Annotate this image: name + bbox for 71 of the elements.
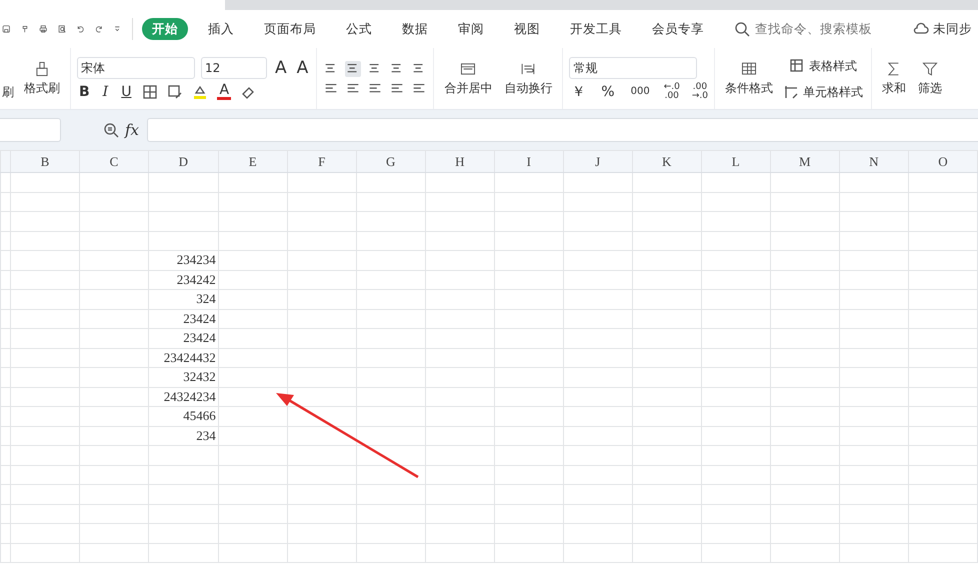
search-icon[interactable] [734, 21, 750, 37]
filter-button[interactable]: 筛选 [914, 60, 946, 96]
cell-style-button[interactable]: 单元格样式 [780, 82, 865, 100]
ribbon-tab[interactable]: 会员专享 [642, 18, 714, 40]
column-header[interactable]: J [563, 150, 632, 172]
format-painter-button[interactable]: 格式刷 [20, 60, 64, 96]
column-header[interactable]: M [770, 150, 840, 172]
currency-button[interactable]: ￥ [569, 82, 588, 100]
table-style-icon[interactable] [788, 58, 805, 74]
sync-status[interactable]: 未同步 [933, 20, 972, 38]
column-header[interactable]: D [148, 150, 218, 172]
table-cell: 32432 [148, 368, 218, 387]
wrap-text-button[interactable]: 自动换行 [500, 60, 556, 96]
thousands-button[interactable]: 000 [628, 82, 652, 100]
shrink-font-button[interactable]: A [294, 58, 310, 76]
column-header[interactable]: O [908, 150, 978, 172]
ribbon-tab[interactable]: 页面布局 [254, 18, 326, 40]
font-name-field[interactable]: 宋体 [77, 56, 195, 78]
column-header[interactable]: C [79, 150, 148, 172]
table-cell: 23424432 [148, 348, 218, 368]
ribbon-tab[interactable]: 公式 [336, 18, 382, 40]
number-format-field[interactable]: 常规 [569, 56, 698, 78]
table-cell: 234242 [148, 270, 218, 290]
column-header[interactable]: I [494, 150, 564, 172]
percent-button[interactable]: % [599, 82, 617, 100]
table-cell: 23424 [148, 309, 218, 328]
zoom-icon[interactable] [103, 122, 119, 138]
font-color-button[interactable]: A [217, 83, 232, 100]
sum-button[interactable]: 求和 [878, 60, 910, 96]
table-cell: 45466 [148, 406, 218, 426]
column-header[interactable]: L [701, 150, 770, 172]
table-cell: 23424 [148, 328, 218, 348]
ribbon-tab[interactable]: 数据 [392, 18, 438, 40]
brush-icon[interactable] [34, 60, 50, 76]
ribbon-tab[interactable]: 视图 [504, 18, 550, 40]
increase-decimal-button[interactable]: ←.0 .00 [664, 82, 680, 100]
underline-button[interactable]: U [119, 82, 134, 100]
fill-color-icon[interactable] [192, 84, 208, 100]
funnel-icon[interactable] [922, 60, 938, 76]
conditional-format-button[interactable]: 条件格式 [720, 60, 777, 96]
bold-button[interactable]: B [77, 82, 92, 100]
table-cell: 234234 [148, 250, 218, 270]
fx-label[interactable]: fx [125, 118, 140, 142]
table-cell: 234 [148, 426, 218, 446]
table-cell: 24324234 [148, 387, 218, 406]
formula-input[interactable] [147, 118, 978, 142]
column-header[interactable]: F [287, 150, 356, 172]
align-middle-icon[interactable] [345, 60, 362, 76]
merge-center-button[interactable]: 合并居中 [440, 60, 496, 96]
grid-icon[interactable] [740, 60, 757, 76]
table-style-button[interactable]: 表格样式 [780, 56, 865, 74]
ribbon-tab[interactable]: 插入 [198, 18, 244, 40]
column-header[interactable]: N [839, 150, 908, 172]
borders-icon[interactable] [142, 84, 158, 100]
column-header[interactable]: B [10, 150, 80, 172]
search-field[interactable]: 查找命令、搜索模板 [753, 18, 904, 40]
cell-style-icon[interactable] [782, 84, 799, 100]
column-header[interactable]: G [356, 150, 426, 172]
cell-format-icon[interactable] [167, 84, 184, 100]
ribbon-tab[interactable]: 开发工具 [560, 18, 632, 40]
column-header[interactable]: E [218, 150, 288, 172]
table-cell: 324 [148, 290, 218, 309]
column-header[interactable]: H [425, 150, 494, 172]
decrease-decimal-button[interactable]: .00 →.0 [692, 82, 708, 100]
italic-button[interactable]: I [100, 82, 110, 100]
column-header[interactable]: K [632, 150, 702, 172]
cut-button[interactable]: 刷 [0, 82, 16, 100]
font-size-field[interactable]: 12 [201, 56, 267, 78]
ribbon-tab[interactable]: 审阅 [448, 18, 494, 40]
grow-font-button[interactable]: A [273, 58, 289, 76]
merge-icon[interactable] [460, 60, 476, 76]
